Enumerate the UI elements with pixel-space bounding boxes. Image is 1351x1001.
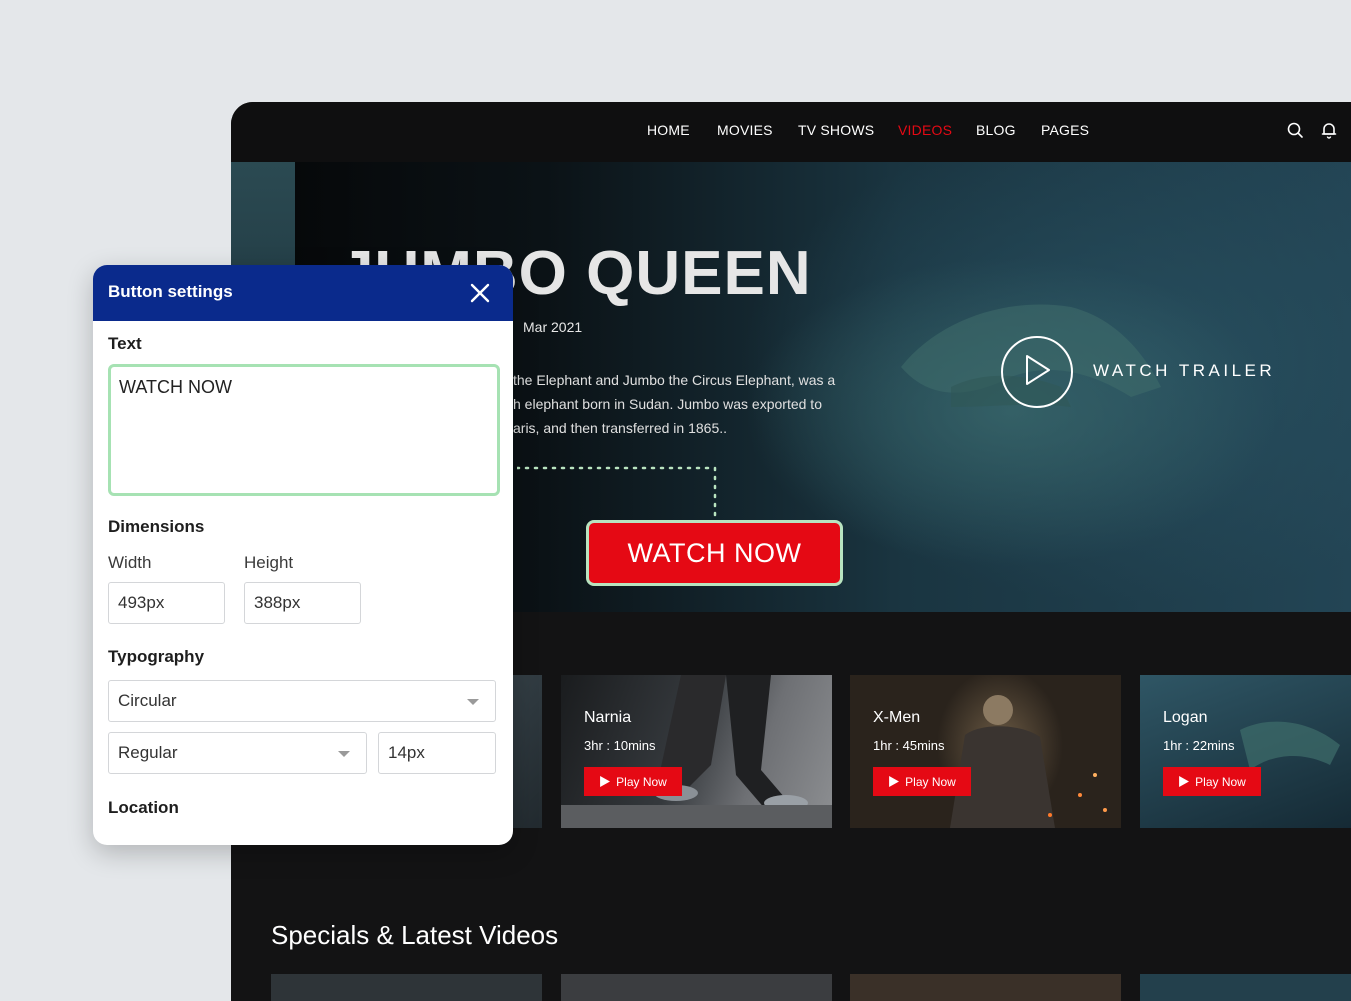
hero-date: Mar 2021 xyxy=(523,319,583,335)
play-now-button[interactable]: Play Now xyxy=(1163,767,1261,796)
play-now-label: Play Now xyxy=(616,774,667,789)
dimensions-section-label: Dimensions xyxy=(108,517,205,536)
button-text-input[interactable]: WATCH NOW xyxy=(108,364,500,496)
height-label: Height xyxy=(244,553,294,572)
top-navigation: HOME MOVIES TV SHOWS VIDEOS BLOG PAGES xyxy=(231,102,1351,162)
movie-card: Narnia 3hr : 10mins Play Now xyxy=(561,675,832,828)
play-now-label: Play Now xyxy=(905,774,956,789)
nav-link-tv-shows[interactable]: TV SHOWS xyxy=(798,122,874,138)
watch-trailer-label[interactable]: WATCH TRAILER xyxy=(1093,361,1275,381)
movie-card: X-Men 1hr : 45mins Play Now xyxy=(850,675,1121,828)
nav-link-movies[interactable]: MOVIES xyxy=(717,122,773,138)
nav-link-home[interactable]: HOME xyxy=(647,122,690,138)
movie-title: X-Men xyxy=(873,709,921,726)
movie-card: Logan 1hr : 22mins Play Now xyxy=(1140,675,1351,828)
font-weight-value: Regular xyxy=(118,743,178,762)
search-icon[interactable] xyxy=(1285,120,1305,140)
nav-link-pages[interactable]: PAGES xyxy=(1041,122,1089,138)
video-thumbnail[interactable] xyxy=(1140,974,1351,1001)
movie-duration: 3hr : 10mins xyxy=(584,738,656,753)
play-icon xyxy=(600,776,611,787)
height-input[interactable]: 388px xyxy=(244,582,361,624)
watch-trailer-play-button[interactable] xyxy=(1001,336,1073,408)
text-section-label: Text xyxy=(108,334,142,353)
hero-description-line: aris, and then transferred in 1865.. xyxy=(513,420,728,436)
hero-description-line: h elephant born in Sudan. Jumbo was expo… xyxy=(513,396,822,412)
nav-link-videos[interactable]: VIDEOS xyxy=(898,122,952,138)
close-icon[interactable] xyxy=(468,281,492,305)
panel-header: Button settings xyxy=(93,265,513,321)
connector-dotted-line xyxy=(517,466,717,524)
hero-description: the Elephant and Jumbo the Circus Elepha… xyxy=(513,368,835,440)
movie-title: Narnia xyxy=(584,709,632,726)
nav-link-blog[interactable]: BLOG xyxy=(976,122,1016,138)
play-icon xyxy=(889,776,900,787)
panel-title: Button settings xyxy=(108,282,233,301)
play-icon xyxy=(1026,355,1050,385)
font-family-select[interactable]: Circular xyxy=(108,680,496,722)
video-thumbnail[interactable] xyxy=(561,974,832,1001)
chevron-down-icon xyxy=(338,751,350,757)
video-thumbnail[interactable] xyxy=(271,974,542,1001)
play-now-label: Play Now xyxy=(1195,774,1246,789)
play-now-button[interactable]: Play Now xyxy=(584,767,682,796)
play-now-button[interactable]: Play Now xyxy=(873,767,971,796)
button-settings-panel: Button settings Text WATCH NOW Dimension… xyxy=(93,265,513,845)
watch-now-button[interactable]: WATCH NOW xyxy=(586,520,843,586)
width-input[interactable]: 493px xyxy=(108,582,225,624)
play-icon xyxy=(1179,776,1190,787)
movie-duration: 1hr : 45mins xyxy=(873,738,945,753)
hero-description-line: the Elephant and Jumbo the Circus Elepha… xyxy=(513,372,836,388)
video-thumbnail[interactable] xyxy=(850,974,1121,1001)
section-title: Specials & Latest Videos xyxy=(271,920,559,950)
bell-icon[interactable] xyxy=(1319,120,1339,140)
font-size-input[interactable]: 14px xyxy=(378,732,496,774)
font-family-value: Circular xyxy=(118,691,177,710)
width-label: Width xyxy=(108,553,152,572)
movie-duration: 1hr : 22mins xyxy=(1163,738,1235,753)
typography-section-label: Typography xyxy=(108,647,205,666)
font-weight-select[interactable]: Regular xyxy=(108,732,367,774)
chevron-down-icon xyxy=(467,699,479,705)
location-section-label: Location xyxy=(108,798,179,817)
movie-title: Logan xyxy=(1163,709,1208,726)
